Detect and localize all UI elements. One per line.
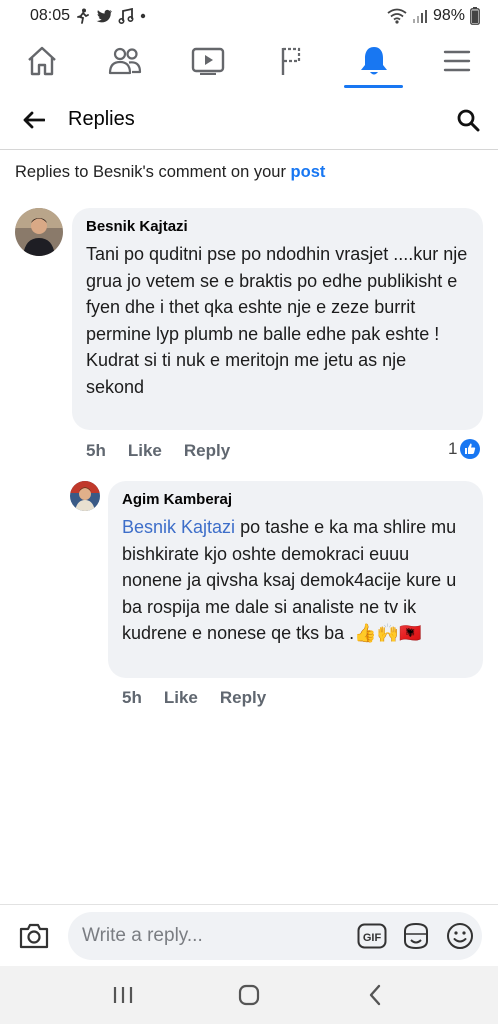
recent-apps-button[interactable]	[93, 966, 153, 1024]
comment-text: Tani po quditni pse po ndodhin vrasjet .…	[86, 244, 468, 397]
page-header: Replies	[0, 90, 498, 150]
activity-icon	[76, 8, 90, 24]
twitter-icon	[96, 9, 113, 23]
comment-time: 5h	[86, 441, 106, 460]
battery-icon	[470, 7, 480, 25]
search-button[interactable]	[438, 90, 498, 150]
avatar[interactable]	[15, 208, 63, 256]
bell-icon	[360, 47, 387, 75]
flag-icon	[281, 47, 300, 75]
like-button[interactable]: Like	[164, 688, 198, 708]
friends-icon	[108, 47, 141, 75]
post-link[interactable]: post	[291, 163, 326, 181]
reply-emoji: 👍🙌🇦🇱	[354, 623, 422, 643]
battery-percent: 98%	[432, 7, 465, 24]
like-reaction-icon	[460, 439, 481, 459]
home-button[interactable]	[219, 966, 279, 1024]
home-circle-icon	[238, 984, 260, 1006]
top-nav	[0, 32, 498, 90]
watch-icon	[191, 47, 224, 75]
music-icon	[118, 8, 134, 24]
reaction-count-text: 1	[448, 439, 458, 458]
recent-apps-icon	[113, 987, 133, 1003]
reply-bubble[interactable]: Agim Kamberaj Besnik Kajtazi po tashe e …	[108, 481, 483, 678]
nav-watch[interactable]	[166, 32, 249, 90]
avatar[interactable]	[70, 481, 100, 511]
nav-friends[interactable]	[83, 32, 166, 90]
system-back-icon	[369, 984, 381, 1006]
nav-menu[interactable]	[415, 32, 498, 90]
like-button[interactable]: Like	[128, 441, 162, 461]
nav-home[interactable]	[0, 32, 83, 90]
reply-author[interactable]: Agim Kamberaj	[122, 491, 469, 508]
nav-pages[interactable]	[249, 32, 332, 90]
reply-composer: Write a reply... GIF	[0, 904, 498, 966]
reaction-count[interactable]: 1	[448, 439, 481, 459]
gif-button[interactable]: GIF	[350, 912, 394, 960]
context-text: Replies to Besnik's comment on your	[15, 163, 286, 181]
emoji-icon	[447, 922, 473, 949]
camera-button[interactable]	[0, 905, 68, 967]
reply-actions: 5h Like Reply	[122, 688, 288, 708]
wifi-icon	[387, 8, 407, 24]
page-title: Replies	[68, 108, 135, 130]
reply-button[interactable]: Reply	[184, 441, 230, 461]
reply-placeholder: Write a reply...	[82, 924, 203, 946]
gif-label: GIF	[363, 932, 382, 944]
camera-icon	[19, 923, 49, 948]
more-dot-icon	[140, 13, 146, 19]
status-time: 08:05	[30, 7, 71, 24]
replies-context: Replies to Besnik's comment on your post	[15, 163, 325, 182]
status-bar: 08:05 98%	[0, 0, 498, 32]
back-arrow-icon	[23, 111, 45, 128]
reply-time: 5h	[122, 688, 142, 707]
system-nav-bar	[0, 966, 498, 1024]
reply-input[interactable]: Write a reply... GIF	[68, 911, 482, 960]
mention-link[interactable]: Besnik Kajtazi	[122, 517, 235, 537]
sticker-button[interactable]	[394, 912, 438, 960]
signal-icon	[412, 8, 428, 24]
emoji-button[interactable]	[438, 912, 482, 960]
system-back-button[interactable]	[345, 966, 405, 1024]
comment-actions: 5h Like Reply	[86, 441, 252, 461]
comment-author[interactable]: Besnik Kajtazi	[86, 218, 469, 235]
search-icon	[457, 109, 480, 131]
menu-icon	[443, 50, 470, 72]
home-icon	[27, 46, 56, 76]
comment-bubble[interactable]: Besnik Kajtazi Tani po quditni pse po nd…	[72, 208, 483, 430]
back-button[interactable]	[0, 90, 68, 150]
reply-button[interactable]: Reply	[220, 688, 266, 708]
sticker-icon	[404, 922, 428, 949]
reply-text: Besnik Kajtazi po tashe e ka ma shlire m…	[122, 514, 469, 647]
nav-notifications[interactable]	[332, 32, 415, 90]
gif-icon: GIF	[357, 923, 387, 948]
